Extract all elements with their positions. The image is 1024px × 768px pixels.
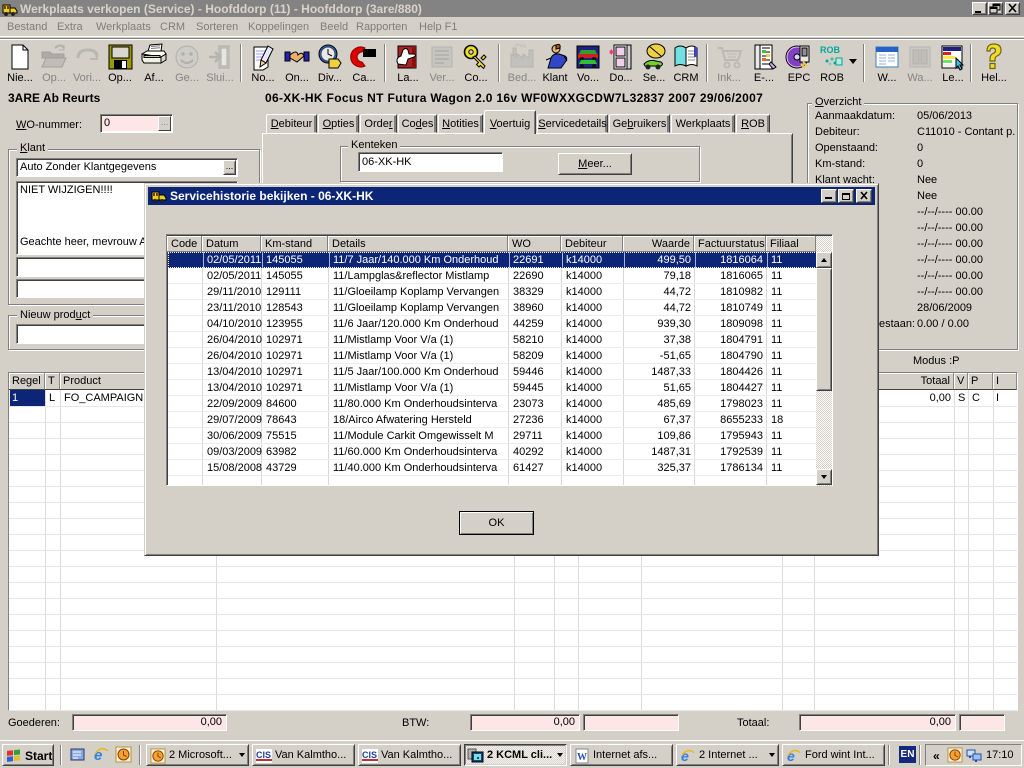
svg-text:CIS: CIS <box>362 750 377 760</box>
svg-text:ROB: ROB <box>820 45 841 55</box>
svg-text:W: W <box>577 752 587 763</box>
svg-text:CIS: CIS <box>256 750 271 760</box>
